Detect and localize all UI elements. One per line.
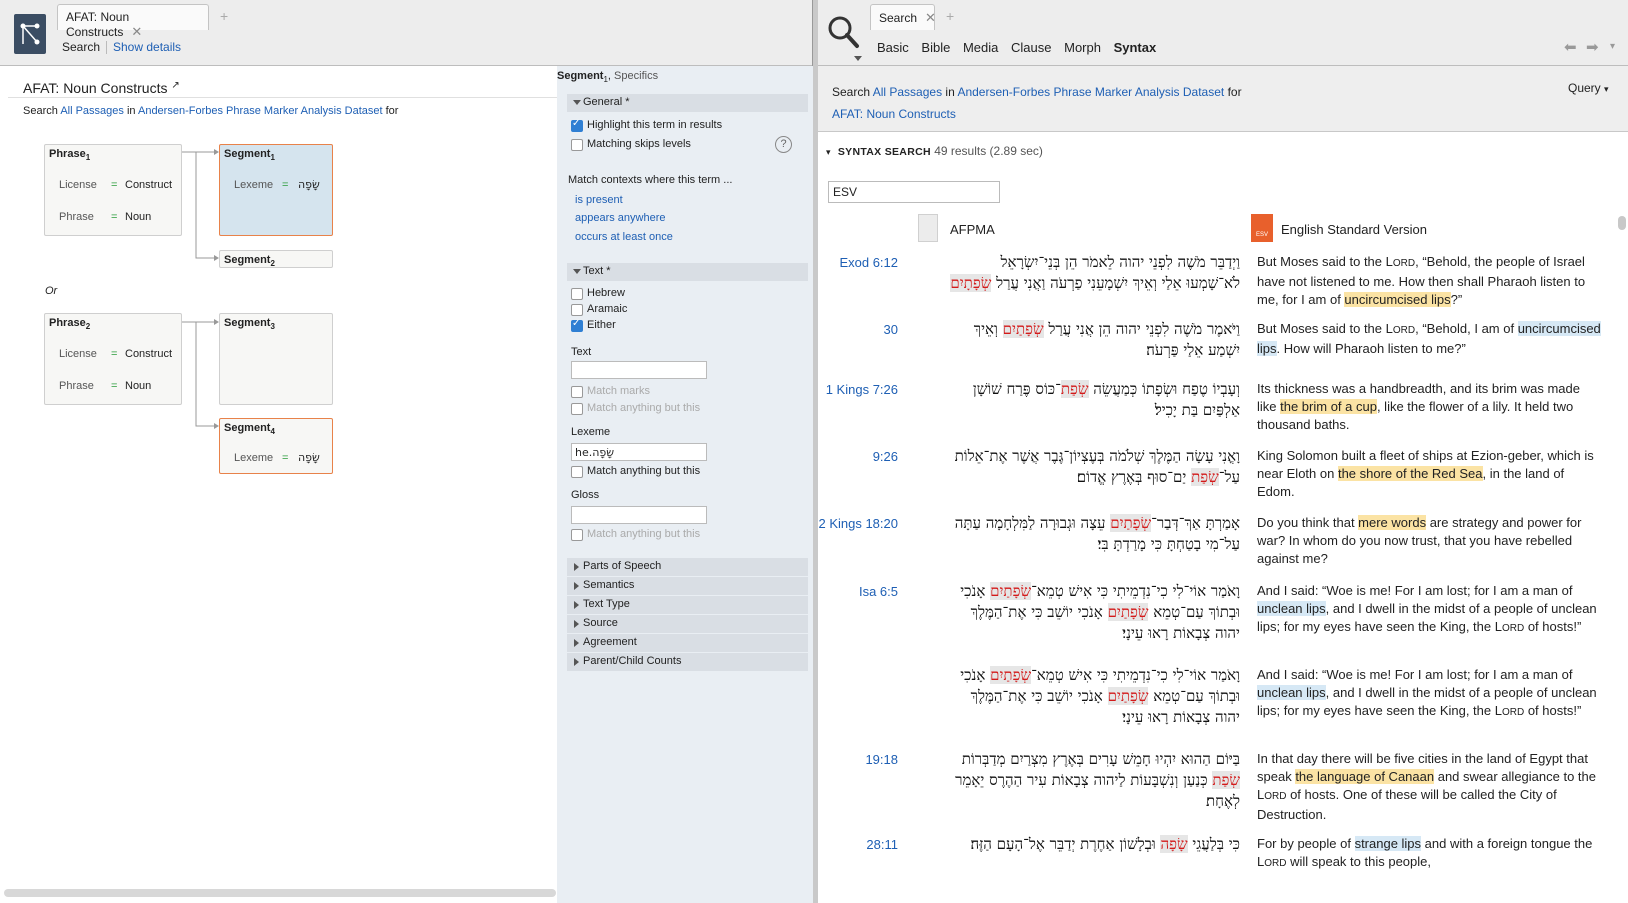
hebrew-text[interactable]: וָאֹמַר אוֹי־לִי כִי־נִדְמֵיתִי כִּי אִי…	[910, 581, 1240, 644]
semantics-section[interactable]: Semantics	[567, 577, 808, 595]
gloss-input[interactable]	[571, 506, 707, 524]
tab-syntax[interactable]: Syntax	[1114, 40, 1157, 55]
result-reference-link[interactable]: 9:26	[818, 449, 898, 464]
either-checkbox[interactable]: Either	[571, 318, 616, 332]
highlight-checkbox[interactable]: Highlight this term in results	[571, 118, 722, 132]
tab-search[interactable]: Search ✕	[870, 4, 936, 30]
help-icon[interactable]: ?	[775, 136, 792, 153]
result-reference-link[interactable]: 30	[818, 322, 898, 337]
parent-child-section[interactable]: Parent/Child Counts	[567, 653, 808, 671]
back-icon[interactable]: ⬅	[1564, 38, 1577, 56]
ctx-present-link[interactable]: is present	[575, 194, 623, 206]
query-button[interactable]: Query ▾	[1568, 81, 1609, 95]
english-text[interactable]: In that day there will be five cities in…	[1257, 750, 1602, 824]
results-header[interactable]: ▾ SYNTAX SEARCH 49 results (2.89 sec)	[826, 144, 1043, 158]
phrase-1-node[interactable]: Phrase1 License = Construct Phrase = Nou…	[44, 144, 182, 236]
ctx-anywhere-link[interactable]: appears anywhere	[575, 212, 666, 224]
text-label: Text	[571, 346, 592, 358]
tab-media[interactable]: Media	[963, 40, 998, 55]
english-text[interactable]: For by people of strange lips and with a…	[1257, 835, 1602, 873]
tab-basic[interactable]: Basic	[877, 40, 909, 55]
search-icon	[828, 16, 859, 48]
segment-specifics-panel: Segment1, Specifics General * Highlight …	[557, 66, 813, 903]
gloss-label: Gloss	[571, 489, 600, 501]
query-editor-pane: AFAT: Noun Constructs ✕ + Search Show det…	[0, 0, 813, 903]
english-text[interactable]: Do you think that mere words are strateg…	[1257, 514, 1602, 568]
hebrew-text[interactable]: אָמַרְתָּ אַךְ־דְּבַר־שְׂפָתַיִם עֵצָה ו…	[910, 513, 1240, 555]
or-label: Or	[45, 285, 58, 297]
result-reference-link[interactable]: Exod 6:12	[818, 255, 898, 270]
hebrew-text[interactable]: וַיֹּאמֶר מֹשֶׁה לִפְנֵי יהוה הֵן אֲנִי …	[910, 319, 1240, 361]
aramaic-checkbox[interactable]: Aramaic	[571, 303, 627, 316]
match-contexts-label: Match contexts where this term ...	[568, 174, 733, 186]
new-tab-icon[interactable]: +	[946, 8, 954, 24]
passages-link[interactable]: All Passages	[873, 85, 942, 99]
hebrew-text[interactable]: בַּיּוֹם הַהוּא יִהְיוּ חָמֵשׁ עָרִים בְ…	[910, 749, 1240, 812]
segment-1-node[interactable]: Segment1 Lexeme = שָׂפָה	[219, 144, 333, 236]
gloss-but-checkbox[interactable]: Match anything but this	[571, 528, 700, 541]
result-reference-link[interactable]: 2 Kings 18:20	[818, 516, 898, 531]
skips-checkbox[interactable]: Matching skips levels	[571, 138, 691, 151]
tab-bible[interactable]: Bible	[921, 40, 950, 55]
phrase-2-node[interactable]: Phrase2 License = Construct Phrase = Nou…	[44, 313, 182, 405]
parts-of-speech-section[interactable]: Parts of Speech	[567, 558, 808, 576]
source-section[interactable]: Source	[567, 615, 808, 633]
hebrew-text[interactable]: וָאֳנִי עָשָׂה הַמֶּלֶךְ שְׁלֹמֹה בְּעֶצ…	[910, 446, 1240, 488]
back-icon[interactable]: ▾	[1610, 41, 1615, 52]
segment-4-node[interactable]: Segment4 Lexeme = שָׂפָה	[219, 418, 333, 474]
tab-clause[interactable]: Clause	[1011, 40, 1051, 55]
english-text[interactable]: And I said: “Woe is me! For I am lost; f…	[1257, 582, 1602, 638]
match-marks-checkbox[interactable]: Match marks	[571, 385, 650, 398]
general-section[interactable]: General *	[567, 94, 808, 112]
ctx-once-link[interactable]: occurs at least once	[575, 231, 673, 243]
lexeme-input[interactable]: he.שָׂפָה	[571, 443, 707, 461]
segment-3-node[interactable]: Segment3	[219, 313, 333, 405]
hebrew-text[interactable]: כִּי בְּלַעֲגֵי שָׂפָה וּבְלָשׁוֹן אַחֶר…	[910, 834, 1240, 855]
dataset-link[interactable]: Andersen-Forbes Phrase Marker Analysis D…	[957, 85, 1224, 99]
english-text[interactable]: But Moses said to the LORD, “Behold, I a…	[1257, 320, 1602, 358]
collapse-icon[interactable]: ▾	[826, 147, 831, 157]
vertical-scrollbar[interactable]	[1618, 216, 1626, 230]
search-results-pane: Search ✕ + Basic Bible Media Clause Morph…	[818, 0, 1628, 903]
lexeme-label: Lexeme	[571, 426, 611, 438]
text-type-section[interactable]: Text Type	[567, 596, 808, 614]
filter-input[interactable]: ESV	[828, 181, 1000, 203]
text-section[interactable]: Text *	[567, 263, 808, 281]
book-icon	[918, 214, 938, 242]
close-icon[interactable]: ✕	[925, 10, 936, 25]
hebrew-text[interactable]: וְעָבְיוֹ טֶפַח וּשְׂפָתוֹ כְּמַעֲשֵׂה ש…	[910, 379, 1240, 421]
english-text[interactable]: But Moses said to the LORD, “Behold, the…	[1257, 253, 1602, 309]
result-reference-link[interactable]: 1 Kings 7:26	[818, 382, 898, 397]
english-text[interactable]: Its thickness was a handbreadth, and its…	[1257, 380, 1602, 434]
agreement-section[interactable]: Agreement	[567, 634, 808, 652]
horizontal-scrollbar[interactable]	[4, 889, 556, 897]
query-name-link[interactable]: AFAT: Noun Constructs	[832, 107, 956, 121]
search-type-nav: Basic Bible Media Clause Morph Syntax	[877, 40, 1156, 55]
english-text[interactable]: And I said: “Woe is me! For I am lost; f…	[1257, 666, 1602, 722]
result-reference-link[interactable]: 19:18	[818, 752, 898, 767]
result-reference-link[interactable]: Isa 6:5	[818, 584, 898, 599]
forward-icon[interactable]: ➡	[1586, 38, 1599, 56]
esv-icon: ESV	[1251, 214, 1273, 242]
hebrew-text[interactable]: וָאֹמַר אוֹי־לִי כִי־נִדְמֵיתִי כִּי אִי…	[910, 665, 1240, 728]
tab-label: Search	[879, 11, 918, 25]
panel-title: Segment1, Specifics	[557, 70, 659, 85]
text-but-checkbox[interactable]: Match anything but this	[571, 402, 700, 415]
lexeme-but-checkbox[interactable]: Match anything but this	[571, 465, 700, 478]
search-line: Search All Passages in Andersen-Forbes P…	[832, 85, 1242, 121]
english-text[interactable]: King Solomon built a fleet of ships at E…	[1257, 447, 1602, 501]
hebrew-text[interactable]: וַיְדַבֵּר מֹשֶׁה לִפְנֵי יהוה לֵאמֹר הֵ…	[910, 252, 1240, 294]
right-toolbar: Search ✕ + Basic Bible Media Clause Morph…	[818, 0, 1628, 66]
result-reference-link[interactable]: 28:11	[818, 837, 898, 852]
tab-morph[interactable]: Morph	[1064, 40, 1101, 55]
hebrew-checkbox[interactable]: Hebrew	[571, 287, 625, 300]
text-input[interactable]	[571, 361, 707, 379]
dropdown-arrow-icon[interactable]	[854, 56, 862, 62]
segment-2-node[interactable]: Segment2	[219, 250, 333, 268]
